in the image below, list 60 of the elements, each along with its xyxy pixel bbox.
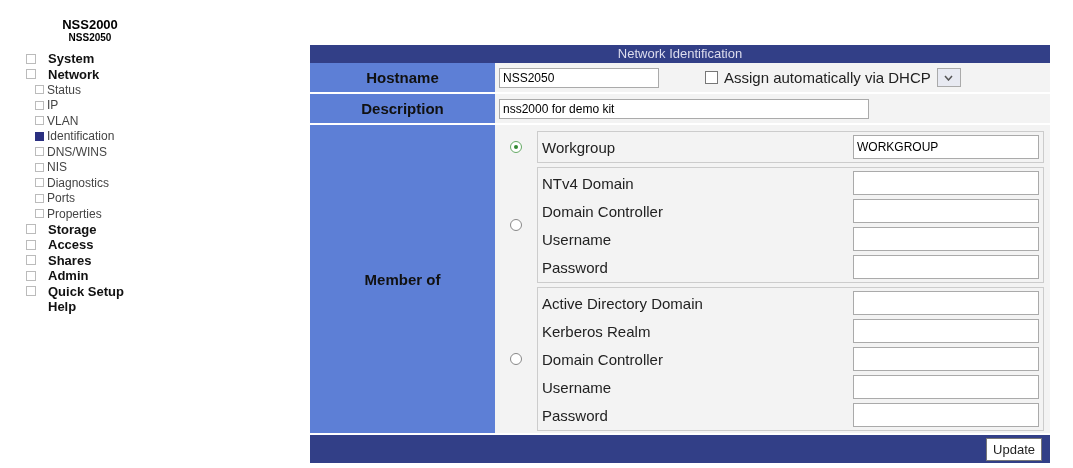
nav-item[interactable]: Network (48, 66, 100, 82)
update-button[interactable]: Update (986, 437, 1042, 461)
field-label: NTv4 Domain (542, 174, 634, 192)
expand-icon[interactable] (26, 286, 36, 297)
description-field[interactable]: nss2000 for demo kit (499, 98, 869, 119)
field-label: Active Directory Domain (542, 294, 703, 312)
nav-subitem[interactable]: VLAN (47, 113, 79, 128)
nav-subitem[interactable]: Identification (47, 129, 115, 144)
radio-button[interactable] (510, 219, 522, 231)
nav-item[interactable]: Help (48, 299, 77, 315)
expand-icon[interactable] (26, 224, 36, 235)
checkbox[interactable] (705, 71, 718, 84)
nav-subitem[interactable]: Status (47, 82, 82, 97)
nav-item[interactable]: Admin (48, 268, 89, 284)
radio-button[interactable] (510, 141, 522, 153)
field-label: Workgroup (542, 138, 616, 156)
radio-button[interactable] (510, 353, 522, 365)
checkbox-label: Assign automatically via DHCP (724, 69, 931, 86)
nav-subitem[interactable]: Properties (47, 206, 102, 221)
field-label: Description (361, 100, 444, 117)
input-field[interactable] (853, 199, 1039, 223)
brand-title: NSS2000 (61, 18, 119, 32)
caret-icon (944, 74, 954, 81)
field-label: Kerberos Realm (542, 322, 651, 340)
expand-icon[interactable] (26, 53, 36, 64)
hostname-field[interactable]: NSS2050 (499, 67, 659, 88)
field-label: Domain Controller (542, 202, 663, 220)
expand-icon[interactable] (26, 239, 36, 250)
input-field[interactable] (853, 291, 1039, 315)
field-label: Password (542, 406, 608, 424)
expand-icon[interactable] (26, 255, 36, 266)
nav-item[interactable]: System (48, 51, 95, 67)
brand-subtitle: NSS2050 (67, 32, 113, 43)
input-field[interactable] (853, 403, 1039, 427)
field-label: Hostname (366, 69, 439, 86)
field-label: Member of (364, 270, 441, 288)
field-label: Password (542, 258, 608, 276)
field-label: Username (542, 378, 612, 396)
input-field[interactable]: WORKGROUP (853, 135, 1039, 159)
input-field[interactable] (853, 171, 1039, 195)
field-label: Domain Controller (542, 350, 663, 368)
nav-item[interactable]: Access (48, 237, 94, 253)
field-label: Username (542, 230, 612, 248)
nav-subitem[interactable]: NIS (47, 160, 67, 175)
expand-icon[interactable] (26, 270, 36, 281)
input-field[interactable] (853, 255, 1039, 279)
nav-item[interactable]: Storage (48, 221, 97, 237)
expand-icon[interactable] (26, 69, 36, 80)
nav-item[interactable]: Quick Setup (48, 283, 124, 299)
nav-subitem[interactable]: DNS/WINS (47, 144, 107, 159)
input-field[interactable] (853, 347, 1039, 371)
nav-subitem[interactable]: Ports (47, 191, 75, 206)
nav-subitem[interactable]: Diagnostics (47, 175, 110, 190)
nav-subitem[interactable]: IP (47, 98, 59, 113)
nav-item[interactable]: Shares (48, 252, 92, 268)
dropdown[interactable] (936, 68, 961, 87)
input-field[interactable] (853, 227, 1039, 251)
input-field[interactable] (853, 375, 1039, 399)
input-field[interactable] (853, 319, 1039, 343)
panel-header: Network Identification (310, 45, 1050, 63)
